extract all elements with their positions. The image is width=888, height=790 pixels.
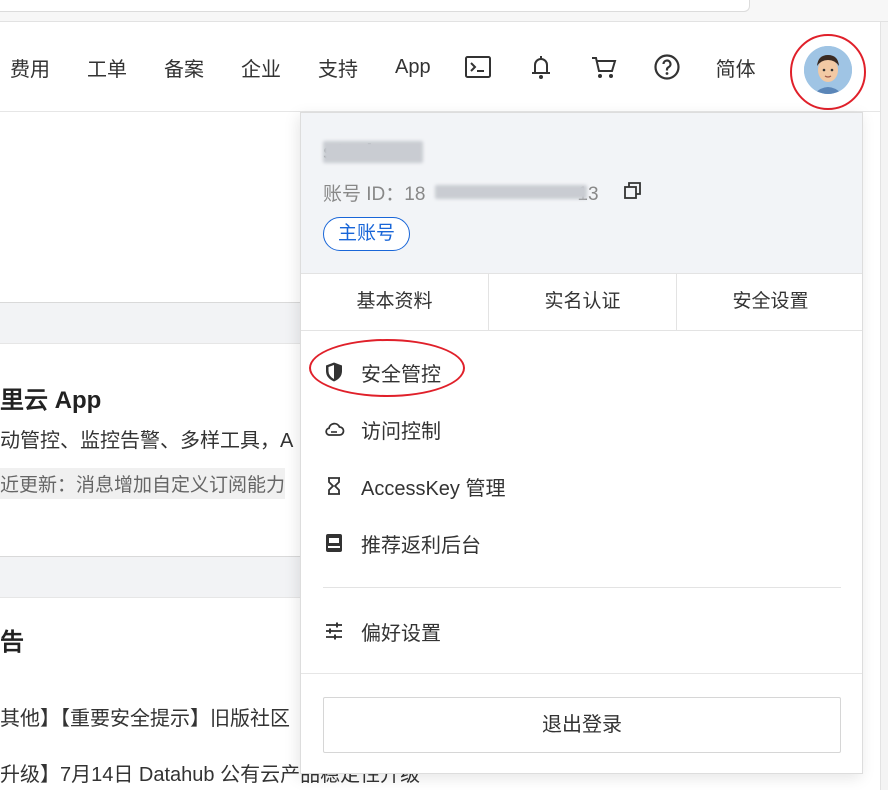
top-header: 费用 工单 备案 企业 支持 App 简体 — [0, 22, 880, 112]
nav-enterprise[interactable]: 企业 — [241, 53, 281, 82]
tab-real-name[interactable]: 实名认证 — [489, 274, 677, 330]
account-header: stud 账号 ID：1813 主账号 — [301, 113, 862, 273]
nav-support[interactable]: 支持 — [318, 53, 358, 82]
menu-label: 访问控制 — [361, 420, 441, 443]
notice-item[interactable]: 其他】【重要安全提示】旧版社区 — [0, 702, 290, 731]
cart-icon[interactable] — [590, 53, 618, 81]
avatar-highlight-ring — [790, 34, 866, 110]
cloud-icon — [323, 418, 345, 440]
menu-item-preferences[interactable]: 偏好设置 — [323, 611, 441, 651]
nav-tickets[interactable]: 工单 — [87, 53, 127, 82]
menu-label: 推荐返利后台 — [361, 534, 481, 557]
redacted-username — [323, 141, 423, 163]
key-icon — [323, 475, 345, 497]
address-bar[interactable] — [0, 0, 750, 12]
scrollbar[interactable] — [880, 22, 888, 790]
logout-button[interactable]: 退出登录 — [323, 697, 841, 753]
nav-icp[interactable]: 备案 — [164, 53, 204, 82]
menu-item-access-control[interactable]: 访问控制 — [323, 409, 441, 449]
section-divider — [0, 302, 300, 344]
account-id-prefix: 18 — [404, 184, 426, 205]
menu-item-security-control[interactable]: 安全管控 — [323, 352, 441, 392]
browser-top-strip — [0, 0, 888, 22]
app-card-desc: 动管控、监控告警、多样工具，A — [0, 430, 294, 452]
gift-icon — [323, 532, 345, 554]
nav-fees[interactable]: 费用 — [10, 53, 50, 82]
redacted-account-id — [435, 185, 587, 199]
top-nav: 费用 工单 备案 企业 支持 App 简体 — [10, 22, 786, 112]
footer-divider — [301, 673, 862, 674]
nav-app[interactable]: App — [395, 56, 431, 79]
help-icon[interactable] — [653, 53, 681, 81]
shield-icon — [323, 361, 345, 383]
tab-security-settings[interactable]: 安全设置 — [677, 274, 862, 330]
section-divider — [0, 556, 300, 598]
app-card-update: 近更新：消息增加自定义订阅能力 — [0, 468, 286, 499]
bell-icon[interactable] — [527, 53, 555, 81]
account-dropdown: stud 账号 ID：1813 主账号 基本资料 实名认证 安全设置 安全管控 … — [300, 112, 863, 774]
sliders-icon — [323, 620, 345, 642]
tab-basic-info[interactable]: 基本资料 — [301, 274, 489, 330]
menu-label: AccessKey 管理 — [361, 477, 506, 500]
terminal-icon[interactable] — [464, 53, 492, 81]
menu-label: 偏好设置 — [361, 622, 441, 645]
menu-item-rebate[interactable]: 推荐返利后台 — [323, 523, 481, 563]
copy-icon[interactable] — [623, 181, 643, 201]
menu-label: 安全管控 — [361, 363, 441, 386]
main-account-badge: 主账号 — [323, 217, 411, 251]
account-tabs: 基本资料 实名认证 安全设置 — [301, 273, 862, 331]
menu-item-accesskey[interactable]: AccessKey 管理 — [323, 466, 505, 506]
avatar[interactable] — [804, 46, 852, 94]
menu-divider — [323, 587, 841, 588]
notice-title: 告 — [0, 629, 24, 656]
language-switch[interactable]: 简体 — [716, 53, 756, 82]
account-id-label: 账号 ID： — [323, 184, 405, 205]
app-card-title: 里云 App — [0, 387, 102, 414]
